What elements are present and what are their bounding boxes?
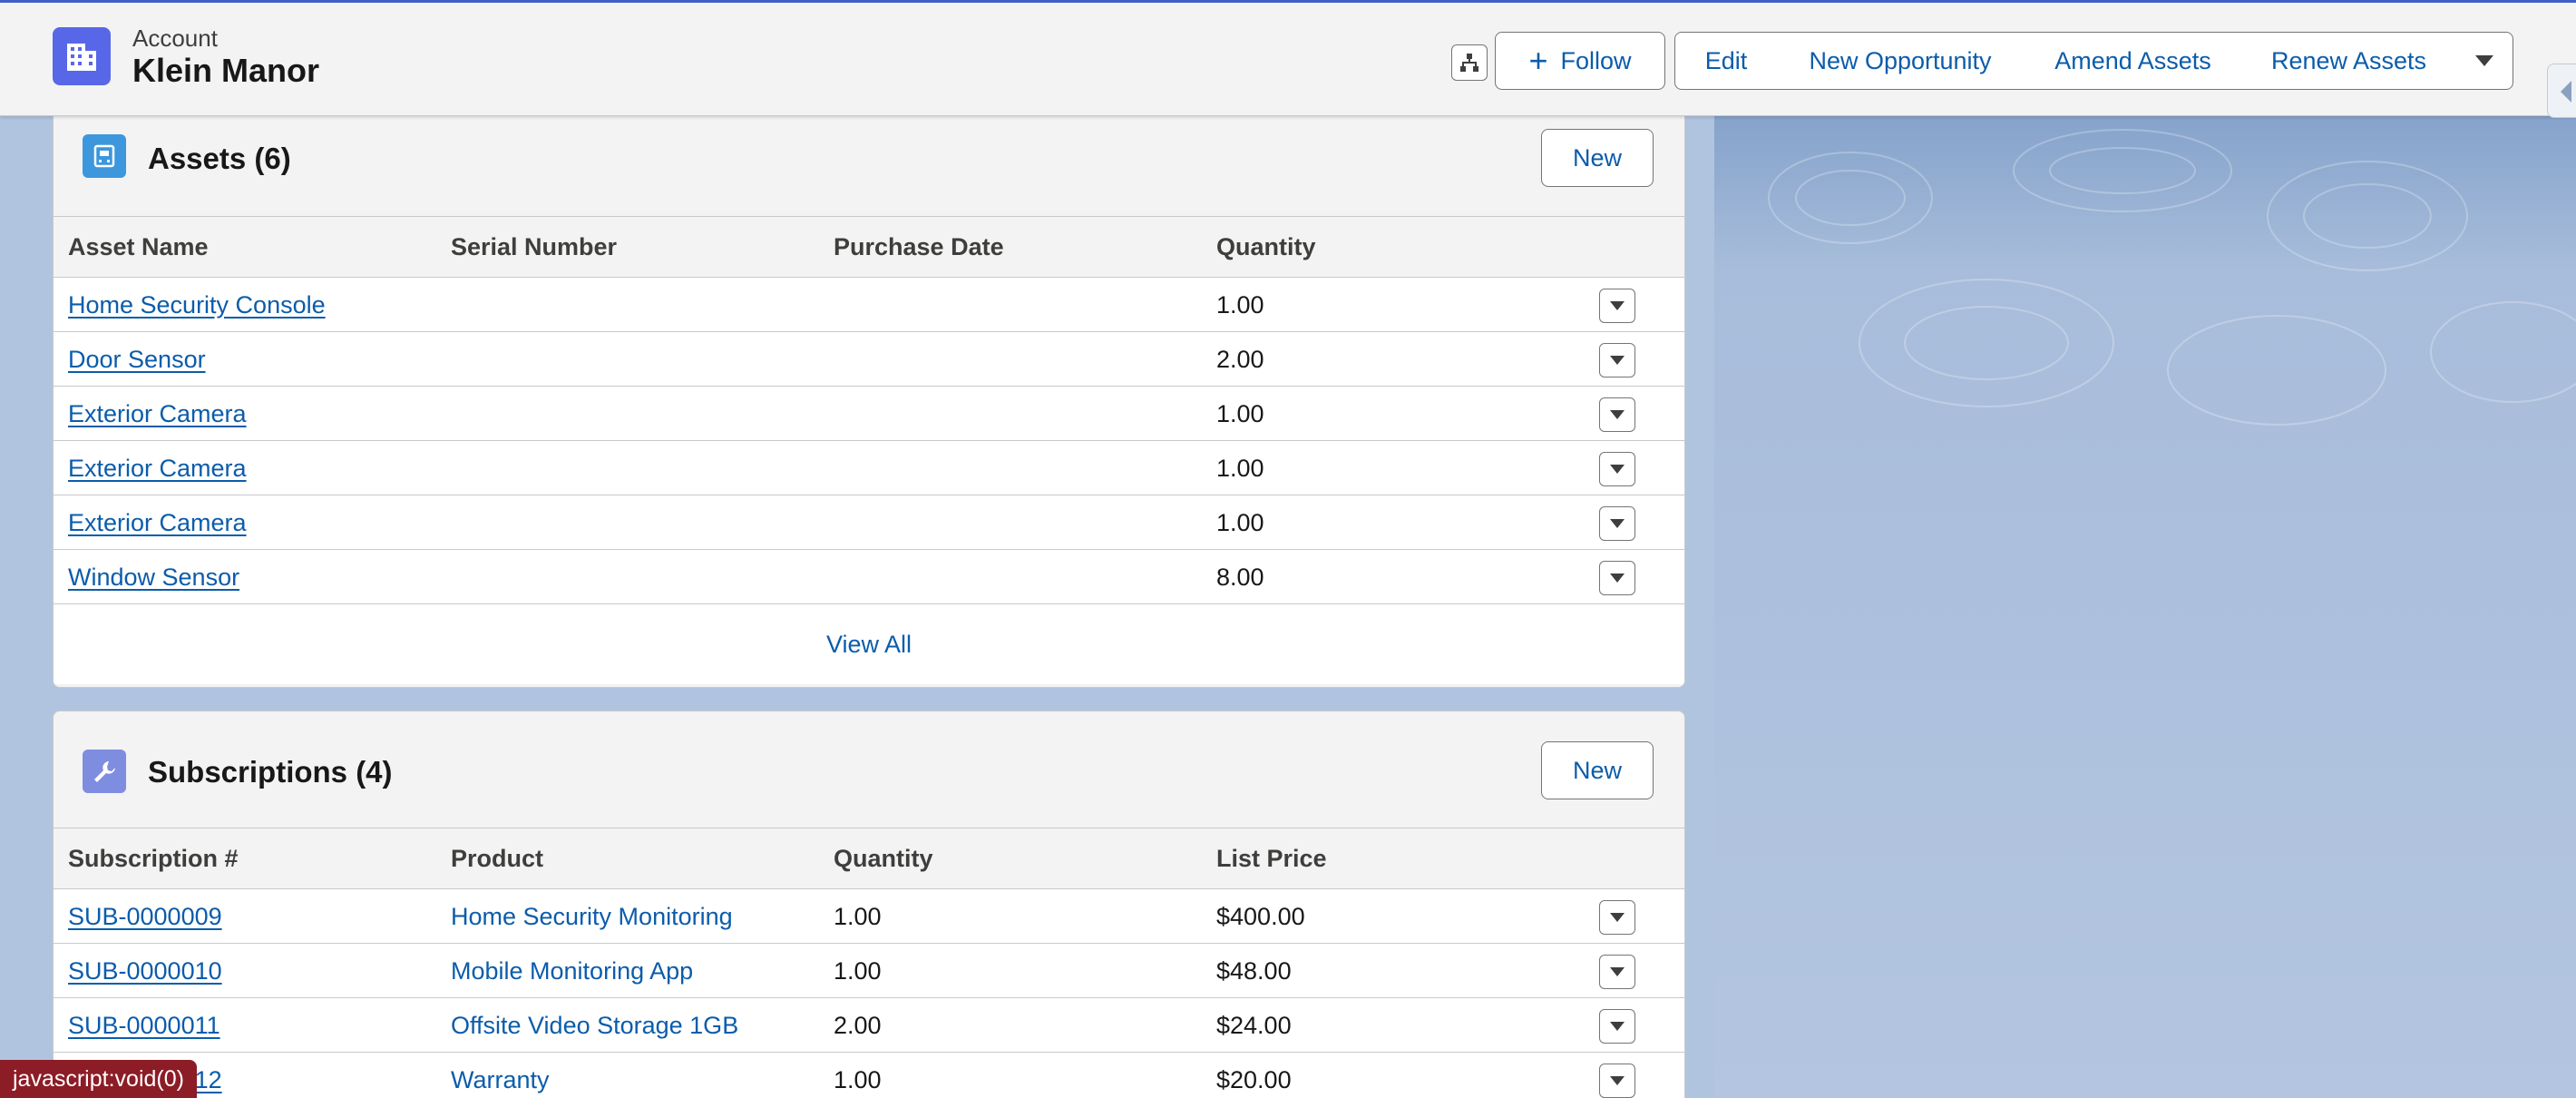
row-actions-button[interactable] (1599, 561, 1635, 595)
chevron-down-icon (1610, 574, 1625, 583)
table-row: Exterior Camera 1.00 (54, 495, 1684, 550)
asset-quantity: 1.00 (1216, 291, 1264, 319)
follow-button[interactable]: + Follow (1495, 32, 1665, 90)
subscriptions-card-header: Subscriptions (4) New (54, 711, 1684, 828)
table-row: Door Sensor 2.00 (54, 332, 1684, 387)
subscriptions-card-title[interactable]: Subscriptions (4) (148, 755, 393, 789)
product-link[interactable]: Warranty (451, 1066, 550, 1094)
chevron-down-icon (1610, 301, 1625, 310)
row-actions-button[interactable] (1599, 397, 1635, 432)
chevron-down-icon (1610, 1076, 1625, 1085)
table-row: Exterior Camera 1.00 (54, 387, 1684, 441)
asset-icon (83, 134, 126, 178)
subscription-quantity: 1.00 (834, 1066, 882, 1093)
product-link[interactable]: Offsite Video Storage 1GB (451, 1012, 738, 1040)
view-all-link[interactable]: View All (826, 631, 912, 659)
assets-view-all-bar: View All (54, 604, 1684, 684)
product-link[interactable]: Home Security Monitoring (451, 903, 733, 931)
chevron-down-icon (1610, 967, 1625, 976)
chevron-down-icon (1610, 1022, 1625, 1031)
amend-assets-button[interactable]: Amend Assets (2024, 32, 2243, 90)
row-actions-button[interactable] (1599, 289, 1635, 323)
record-header: Account Klein Manor + Follow Edit New Op… (0, 0, 2576, 116)
building-icon (53, 27, 111, 85)
table-row: SUB-0000009 Home Security Monitoring 1.0… (54, 889, 1684, 944)
column-header[interactable]: Serial Number (451, 233, 617, 261)
chevron-down-icon (1610, 410, 1625, 419)
subscription-number-link[interactable]: SUB-0000009 (68, 903, 222, 931)
list-price: $400.00 (1216, 903, 1305, 930)
list-price: $24.00 (1216, 1012, 1292, 1039)
utility-panel-toggle[interactable] (2547, 64, 2576, 118)
table-row: Home Security Console 1.00 (54, 278, 1684, 332)
subscription-number-link[interactable]: SUB-0000010 (68, 957, 222, 985)
subscriptions-card: Subscriptions (4) New Subscription # Pro… (53, 711, 1685, 1098)
hierarchy-icon[interactable] (1451, 44, 1488, 81)
chevron-down-icon (2474, 55, 2493, 66)
list-price: $48.00 (1216, 957, 1292, 985)
row-actions-button[interactable] (1599, 1064, 1635, 1098)
follow-label: Follow (1560, 46, 1632, 74)
table-row: Window Sensor 8.00 (54, 550, 1684, 604)
column-header[interactable]: Purchase Date (834, 233, 1004, 261)
new-opportunity-button[interactable]: New Opportunity (1777, 32, 2025, 90)
assets-card: Assets (6) New Asset Name Serial Number … (53, 100, 1685, 688)
asset-quantity: 1.00 (1216, 509, 1264, 536)
row-actions-button[interactable] (1599, 343, 1635, 377)
wrench-icon (83, 750, 126, 793)
background-pattern (1768, 129, 2576, 426)
row-actions-button[interactable] (1599, 452, 1635, 486)
row-actions-button[interactable] (1599, 900, 1635, 935)
record-title: Klein Manor (132, 52, 320, 89)
asset-name-link[interactable]: Exterior Camera (68, 400, 247, 428)
list-price: $20.00 (1216, 1066, 1292, 1093)
asset-quantity: 1.00 (1216, 455, 1264, 482)
asset-name-link[interactable]: Home Security Console (68, 291, 326, 319)
new-subscription-button[interactable]: New (1541, 741, 1654, 799)
link-status-bar: javascript:void(0) (0, 1060, 197, 1098)
asset-name-link[interactable]: Exterior Camera (68, 455, 247, 483)
renew-assets-button[interactable]: Renew Assets (2242, 32, 2456, 90)
asset-quantity: 8.00 (1216, 564, 1264, 591)
subscriptions-table-header: Subscription # Product Quantity List Pri… (54, 828, 1684, 889)
asset-quantity: 2.00 (1216, 346, 1264, 373)
plus-icon: + (1528, 42, 1548, 79)
asset-name-link[interactable]: Window Sensor (68, 564, 239, 592)
row-actions-button[interactable] (1599, 955, 1635, 989)
product-link[interactable]: Mobile Monitoring App (451, 957, 693, 985)
asset-quantity: 1.00 (1216, 400, 1264, 427)
more-actions-button[interactable] (2455, 32, 2513, 90)
column-header[interactable]: List Price (1216, 845, 1327, 873)
assets-table-header: Asset Name Serial Number Purchase Date Q… (54, 216, 1684, 278)
row-actions-button[interactable] (1599, 506, 1635, 541)
object-label: Account (132, 25, 218, 52)
subscription-quantity: 1.00 (834, 903, 882, 930)
table-row: SUB-0000011 Offsite Video Storage 1GB 2.… (54, 998, 1684, 1053)
new-asset-button[interactable]: New (1541, 129, 1654, 187)
chevron-down-icon (1610, 913, 1625, 922)
column-header[interactable]: Subscription # (68, 845, 239, 873)
table-row: Exterior Camera 1.00 (54, 441, 1684, 495)
asset-name-link[interactable]: Door Sensor (68, 346, 206, 374)
subscription-quantity: 2.00 (834, 1012, 882, 1039)
asset-name-link[interactable]: Exterior Camera (68, 509, 247, 537)
chevron-down-icon (1610, 465, 1625, 474)
row-actions-button[interactable] (1599, 1009, 1635, 1044)
assets-card-header: Assets (6) New (54, 100, 1684, 216)
table-row: SUB-0000010 Mobile Monitoring App 1.00 $… (54, 944, 1684, 998)
table-row: SUB-0000012 Warranty 1.00 $20.00 (54, 1053, 1684, 1098)
chevron-down-icon (1610, 519, 1625, 528)
assets-card-title[interactable]: Assets (6) (148, 142, 291, 176)
column-header[interactable]: Quantity (834, 845, 933, 873)
column-header[interactable]: Quantity (1216, 233, 1316, 261)
subscription-quantity: 1.00 (834, 957, 882, 985)
subscription-number-link[interactable]: SUB-0000011 (68, 1012, 220, 1040)
column-header[interactable]: Asset Name (68, 233, 209, 261)
column-header[interactable]: Product (451, 845, 543, 873)
edit-button[interactable]: Edit (1674, 32, 1778, 90)
chevron-down-icon (1610, 356, 1625, 365)
